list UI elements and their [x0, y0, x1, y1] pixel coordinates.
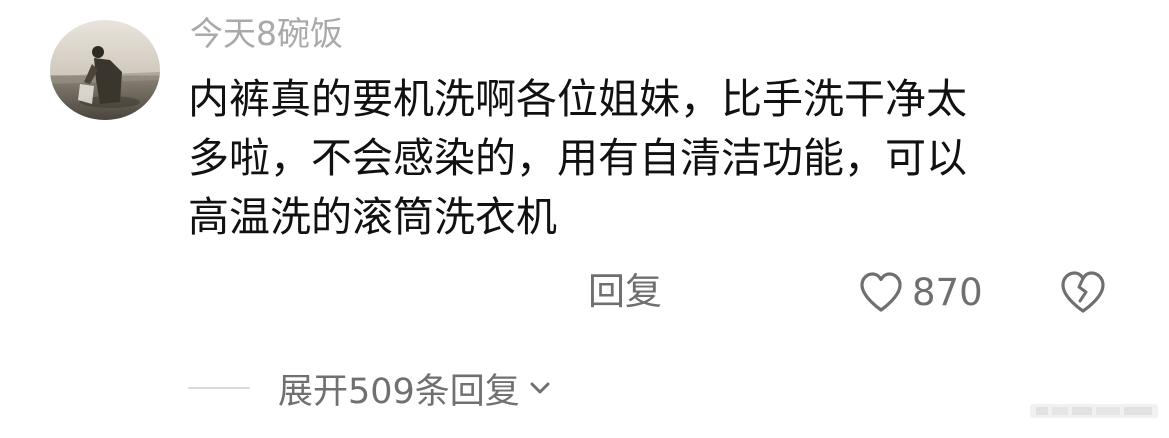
- comment-text-line: 高温洗的滚筒洗衣机: [188, 193, 557, 241]
- reply-button[interactable]: 回复: [588, 268, 662, 316]
- comment-text-line: 多啦，不会感染的，用有自清洁功能，可以: [188, 134, 967, 182]
- expand-replies-button[interactable]: 展开509条回复: [278, 363, 554, 414]
- username[interactable]: 今天8碗饭: [190, 10, 343, 58]
- chevron-down-icon: [530, 382, 550, 394]
- comment-text: 内裤真的要机洗啊各位姐妹，比手洗干净太 多啦，不会感染的，用有自清洁功能，可以 …: [188, 70, 1088, 247]
- watermark-icon: [1030, 404, 1158, 418]
- like-button[interactable]: 870: [858, 266, 983, 318]
- watermark: [1030, 398, 1158, 424]
- heart-outline-icon: [860, 272, 902, 312]
- divider: [188, 387, 250, 389]
- broken-heart-icon: [1061, 271, 1105, 313]
- avatar-photo: [50, 20, 160, 120]
- expand-replies-row: 展开509条回复: [188, 362, 554, 414]
- comment-text-line: 内裤真的要机洗啊各位姐妹，比手洗干净太: [188, 75, 967, 123]
- dislike-button[interactable]: [1058, 268, 1108, 316]
- expand-replies-label: 展开509条回复: [278, 371, 520, 412]
- avatar[interactable]: [50, 20, 160, 120]
- like-count: 870: [912, 270, 983, 314]
